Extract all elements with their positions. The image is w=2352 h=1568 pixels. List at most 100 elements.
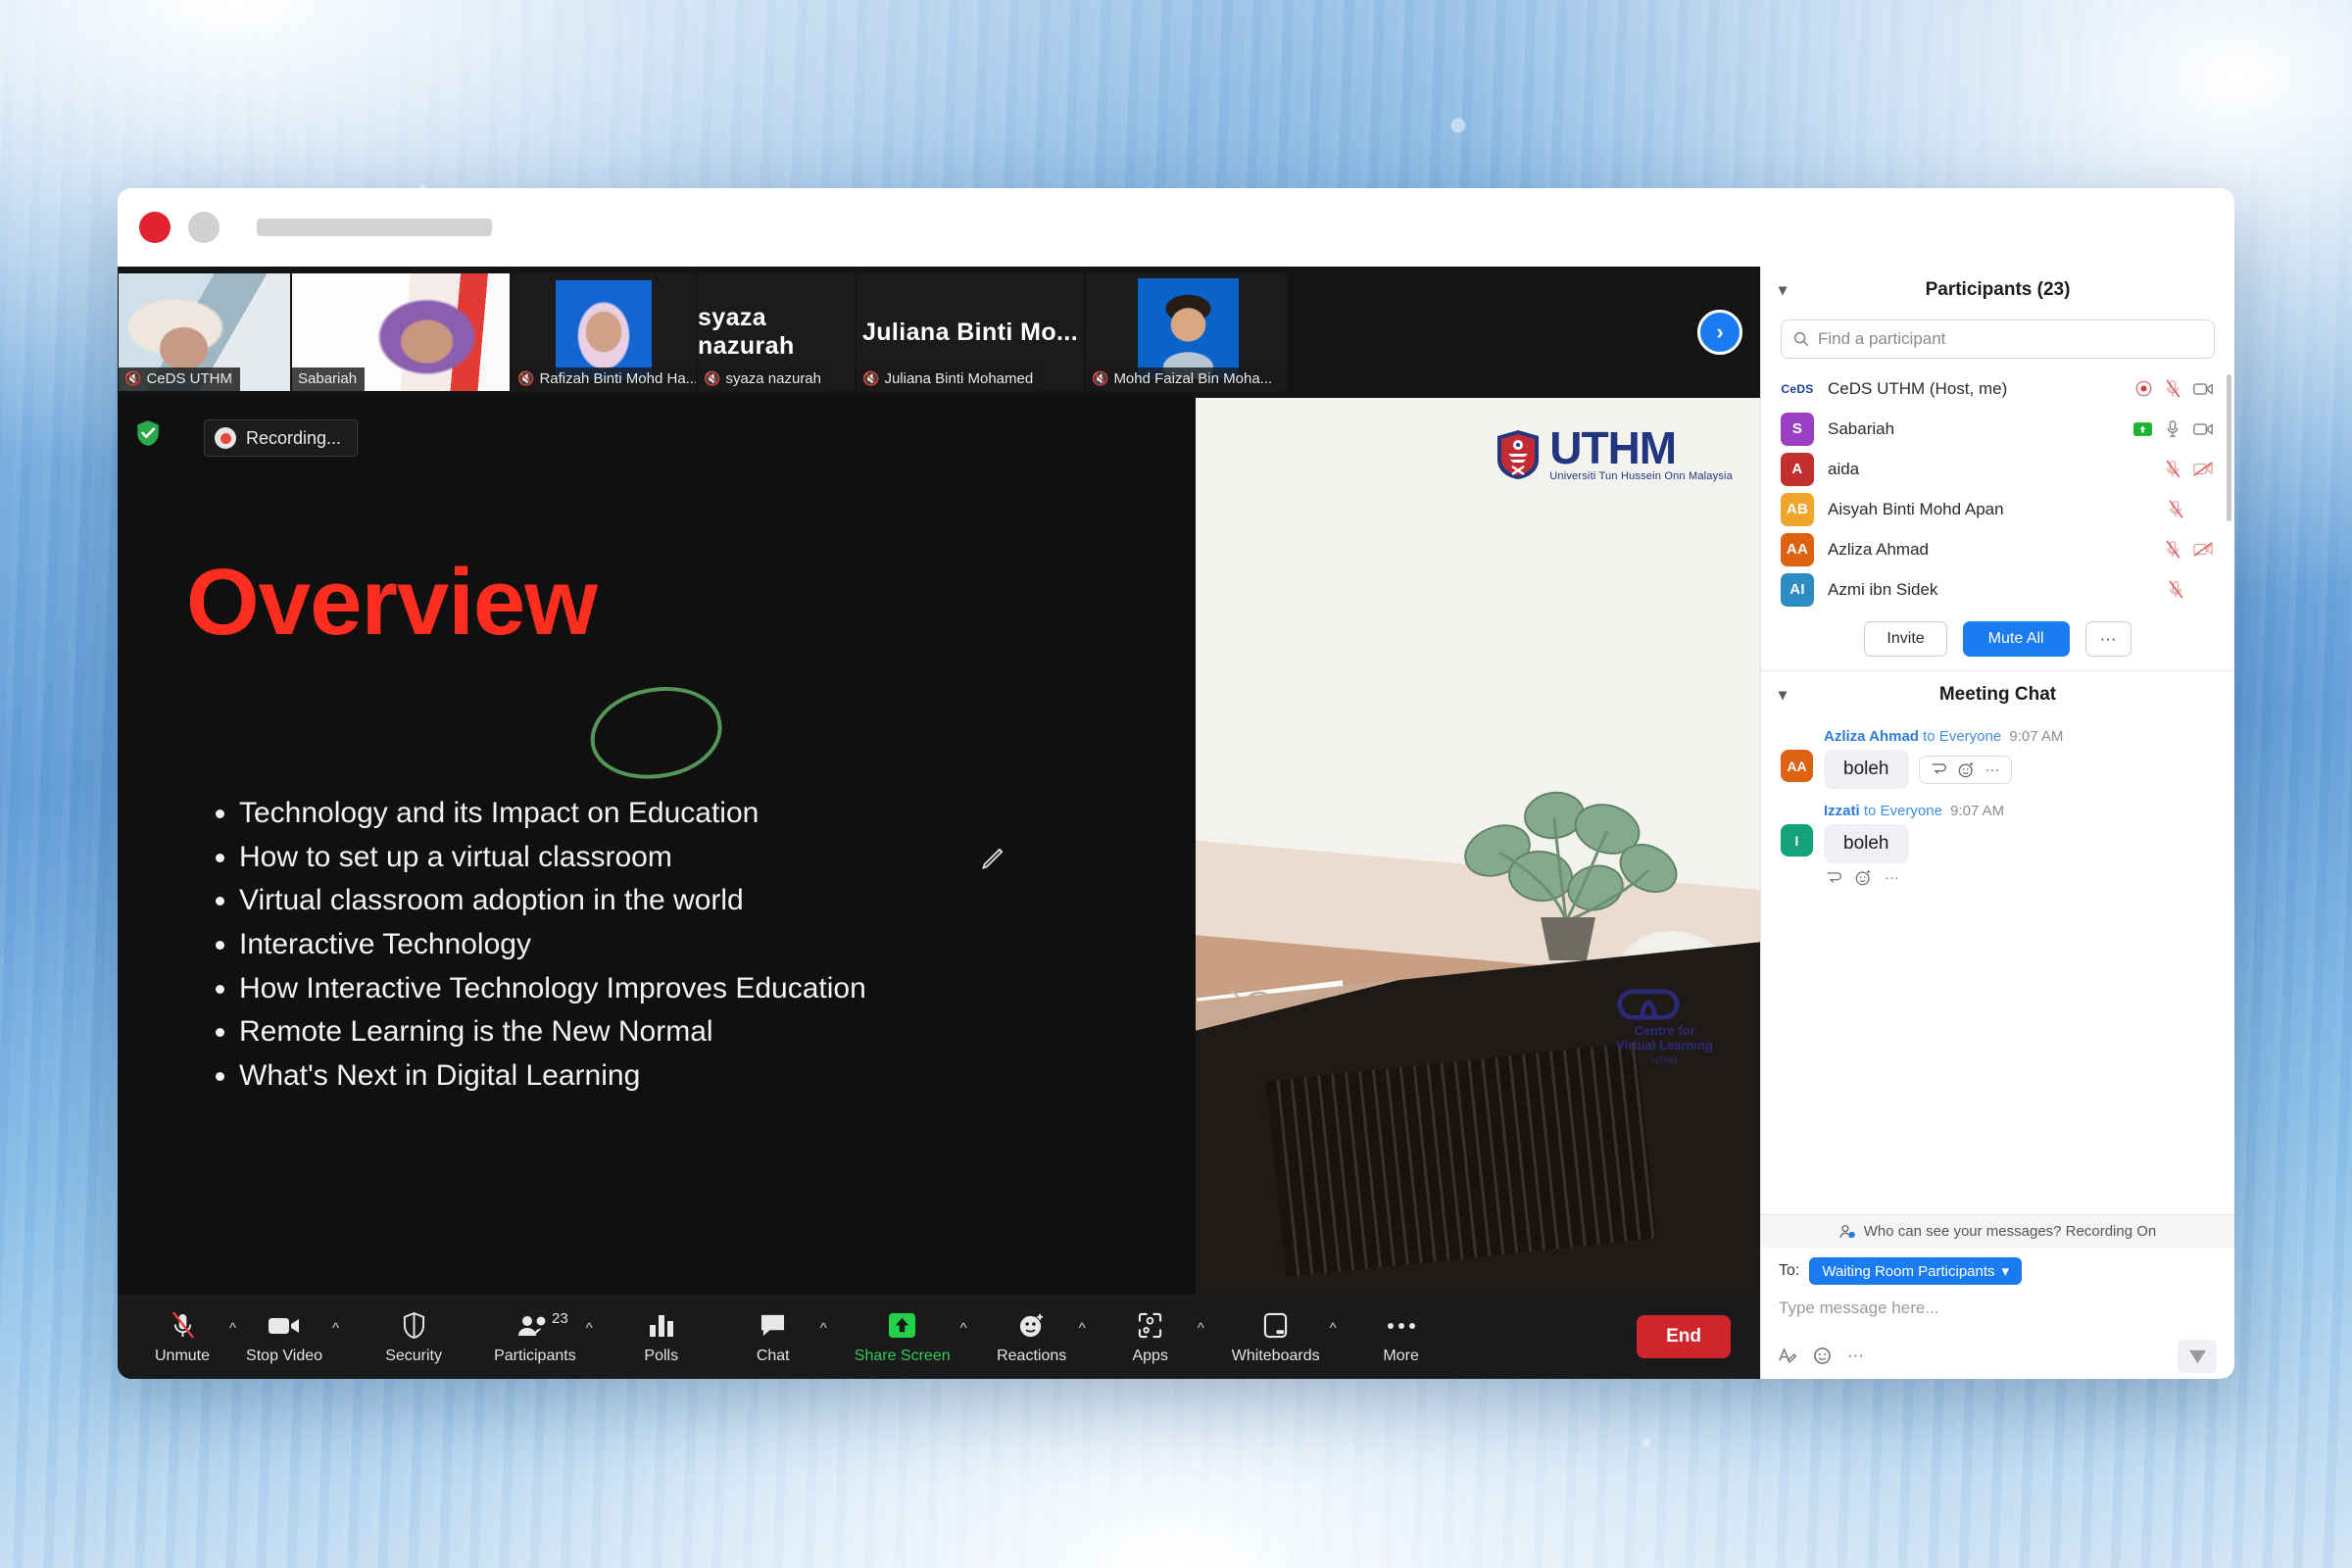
- participant-search-box[interactable]: Find a participant: [1781, 319, 2215, 359]
- chevron-up-icon[interactable]: ^: [1198, 1320, 1206, 1354]
- more-dots-icon: [1387, 1309, 1416, 1343]
- minimize-icon[interactable]: [188, 212, 220, 243]
- chevron-up-icon[interactable]: ^: [960, 1320, 969, 1354]
- chevron-down-icon[interactable]: ▾: [1779, 685, 1787, 705]
- toolbar-label: Stop Video: [246, 1347, 323, 1364]
- toolbar-label: Participants: [494, 1347, 576, 1364]
- toolbar-label: Polls: [644, 1347, 679, 1364]
- avatar: A: [1781, 452, 1814, 486]
- participant-row[interactable]: S Sabariah: [1761, 409, 2234, 449]
- whiteboards-button[interactable]: Whiteboards: [1224, 1309, 1328, 1365]
- participants-list[interactable]: CeDS CeDS UTHM (Host, me) S Sabariah A a…: [1761, 368, 2234, 612]
- chat-timestamp: 9:07 AM: [2009, 728, 2064, 745]
- filmstrip-next-button[interactable]: ›: [1697, 310, 1742, 355]
- participant-name: Azmi ibn Sidek: [1828, 579, 1938, 599]
- chat-recipient-dropdown[interactable]: Waiting Room Participants ▾: [1809, 1257, 2023, 1285]
- participant-row[interactable]: AI Azmi ibn Sidek: [1761, 569, 2234, 610]
- chevron-up-icon[interactable]: ^: [586, 1320, 595, 1354]
- mic-on-icon: [2167, 420, 2179, 437]
- emoji-icon: [1958, 761, 1973, 777]
- chevron-up-icon[interactable]: ^: [332, 1320, 341, 1354]
- participants-button[interactable]: 23 Participants: [486, 1309, 584, 1365]
- video-thumbnail[interactable]: syaza nazurah 🔇 syaza nazurah: [698, 273, 855, 391]
- video-thumbnail[interactable]: Sabariah: [292, 273, 510, 391]
- chat-input[interactable]: Type message here...: [1779, 1295, 2217, 1340]
- url-bar[interactable]: [257, 219, 492, 236]
- thumbnail-name: Rafizah Binti Mohd Ha...: [539, 370, 696, 387]
- video-thumbnail[interactable]: 🔇 Mohd Faizal Bin Moha...: [1086, 273, 1287, 391]
- mic-off-icon: 🔇: [517, 370, 535, 386]
- chevron-up-icon[interactable]: ^: [1079, 1320, 1088, 1354]
- unmute-button[interactable]: Unmute: [137, 1309, 227, 1365]
- polls-button[interactable]: Polls: [616, 1309, 707, 1365]
- invite-button[interactable]: Invite: [1864, 621, 1947, 657]
- send-button[interactable]: [2178, 1340, 2217, 1373]
- speaker-video-feed: UTHM Universiti Tun Hussein Onn Malaysia: [1196, 398, 1760, 1295]
- chat-button[interactable]: Chat: [728, 1309, 818, 1365]
- slide-bullet: Virtual classroom adoption in the world: [239, 879, 866, 923]
- chat-message: I Izzati to Everyone 9:07 AM boleh ···: [1781, 803, 2215, 886]
- thumbnail-name: syaza nazurah: [725, 370, 821, 387]
- thumbnail-name: Sabariah: [298, 370, 358, 387]
- video-icon: [268, 1309, 301, 1343]
- chevron-up-icon[interactable]: ^: [820, 1320, 829, 1354]
- chat-recipient: to Everyone: [1863, 803, 1942, 819]
- participants-more-button[interactable]: ···: [2084, 621, 2132, 657]
- chevron-up-icon[interactable]: ^: [229, 1320, 238, 1354]
- polls-icon: [649, 1309, 674, 1343]
- plant-decor: [1439, 774, 1684, 961]
- mute-all-button[interactable]: Mute All: [1962, 621, 2070, 657]
- format-text-icon[interactable]: [1779, 1347, 1797, 1364]
- side-panel: ▾ Participants (23) Find a participant C…: [1760, 267, 2234, 1379]
- thumbnail-name-chip: Sabariah: [292, 368, 366, 391]
- participant-row[interactable]: [1761, 610, 2234, 612]
- slide-bullet: Technology and its Impact on Education: [239, 792, 866, 836]
- reactions-button[interactable]: Reactions: [987, 1309, 1077, 1365]
- chat-privacy-bar[interactable]: Who can see your messages? Recording On: [1761, 1214, 2234, 1248]
- chat-message-actions[interactable]: ···: [1824, 863, 2215, 886]
- chat-composer: To: Waiting Room Participants ▾ Type mes…: [1761, 1248, 2234, 1379]
- more-dots-icon[interactable]: ···: [1885, 869, 1899, 886]
- chat-bubble: boleh: [1824, 750, 1909, 789]
- participant-row[interactable]: AA Azliza Ahmad: [1761, 529, 2234, 569]
- participants-scrollbar[interactable]: [2227, 374, 2231, 521]
- centre-virtual-learning-logo: Centre for Virtual Learning UTHM: [1616, 987, 1713, 1067]
- avatar: CeDS: [1781, 371, 1814, 406]
- chat-message-list[interactable]: AA Azliza Ahmad to Everyone 9:07 AM bole…: [1761, 718, 2234, 1214]
- participant-row[interactable]: A aida: [1761, 449, 2234, 489]
- laptop-keyboard-decor: [1265, 1042, 1657, 1278]
- cvl-mark-icon: [1617, 989, 1680, 1020]
- chevron-up-icon[interactable]: ^: [1330, 1320, 1339, 1354]
- toolbar-label: Unmute: [154, 1347, 211, 1364]
- more-dots-icon[interactable]: ···: [1985, 761, 2000, 778]
- security-button[interactable]: Security: [368, 1309, 459, 1365]
- video-thumbnail[interactable]: 🔇 Rafizah Binti Mohd Ha...: [512, 273, 696, 391]
- video-thumbnail[interactable]: 🔇 CeDS UTHM: [119, 273, 290, 391]
- close-icon[interactable]: [139, 212, 171, 243]
- send-icon: [2188, 1349, 2206, 1363]
- encryption-shield-icon[interactable]: [135, 419, 161, 447]
- video-thumbnail[interactable]: Juliana Binti Mo... 🔇 Juliana Binti Moha…: [857, 273, 1084, 391]
- whiteboard-icon: [1263, 1309, 1288, 1343]
- annotation-circle: [583, 676, 729, 790]
- toolbar-label: More: [1383, 1347, 1419, 1364]
- video-off-icon: [2193, 462, 2213, 476]
- recording-indicator[interactable]: Recording...: [204, 419, 359, 457]
- participant-row[interactable]: AB Aisyah Binti Mohd Apan: [1761, 489, 2234, 529]
- shield-icon: [403, 1309, 425, 1343]
- cvl-line-3: UTHM: [1651, 1055, 1678, 1066]
- end-meeting-button[interactable]: End: [1637, 1315, 1731, 1358]
- more-button[interactable]: More: [1356, 1309, 1446, 1365]
- chat-bubble: boleh: [1824, 824, 1909, 863]
- participant-row[interactable]: CeDS CeDS UTHM (Host, me): [1761, 368, 2234, 409]
- share-screen-button[interactable]: Share Screen: [847, 1309, 958, 1365]
- apps-button[interactable]: Apps: [1105, 1309, 1196, 1365]
- chat-hover-actions[interactable]: ···: [1918, 755, 2012, 784]
- privacy-person-icon: [1839, 1224, 1855, 1238]
- stop-video-button[interactable]: Stop Video: [238, 1309, 330, 1365]
- chevron-down-icon[interactable]: ▾: [1779, 280, 1787, 300]
- cvl-line-2: Virtual Learning: [1616, 1037, 1713, 1053]
- more-dots-icon[interactable]: ···: [1847, 1346, 1864, 1365]
- emoji-icon[interactable]: [1813, 1347, 1832, 1365]
- chevron-right-icon: ›: [1716, 319, 1724, 344]
